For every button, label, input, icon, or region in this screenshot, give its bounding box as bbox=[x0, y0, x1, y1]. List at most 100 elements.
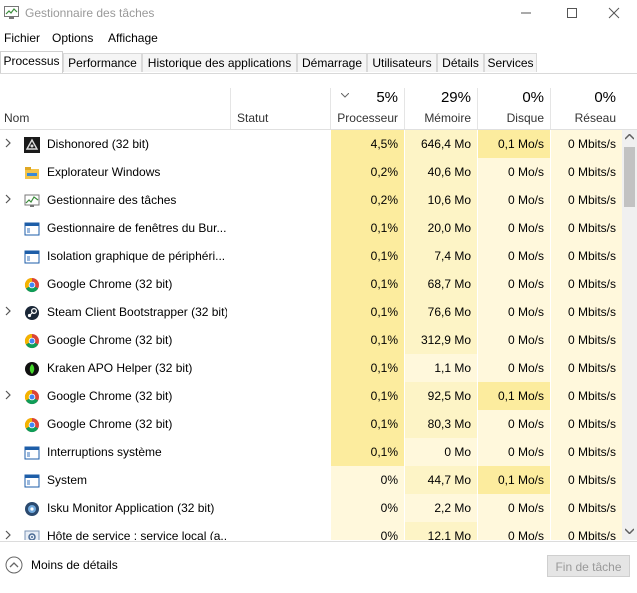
header-cpu-pct: 5% bbox=[376, 89, 398, 106]
razer-icon bbox=[24, 361, 40, 377]
cell-net: 0 Mbits/s bbox=[551, 438, 622, 466]
cell-mem: 68,7 Mo bbox=[405, 270, 477, 298]
header-disk-pct: 0% bbox=[522, 89, 544, 106]
cell-disk: 0 Mo/s bbox=[478, 438, 550, 466]
cell-net: 0 Mbits/s bbox=[551, 326, 622, 354]
tab-details[interactable]: Détails bbox=[437, 53, 484, 72]
header-status[interactable]: Statut bbox=[231, 88, 330, 129]
steam-icon bbox=[24, 305, 40, 321]
expand-chevron-icon[interactable] bbox=[5, 530, 11, 540]
close-button[interactable] bbox=[591, 0, 637, 26]
window-title: Gestionnaire des tâches bbox=[25, 6, 155, 20]
expand-chevron-icon[interactable] bbox=[5, 390, 11, 400]
cell-cpu: 0,1% bbox=[331, 438, 404, 466]
process-name: Gestionnaire des tâches bbox=[47, 193, 177, 207]
table-row[interactable]: Google Chrome (32 bit) 0,1% 92,5 Mo 0,1 Mo/… bbox=[0, 382, 622, 410]
header-net-label: Réseau bbox=[574, 111, 616, 125]
expand-chevron-icon[interactable] bbox=[5, 138, 11, 148]
cell-cpu: 0,1% bbox=[331, 354, 404, 382]
table-row[interactable]: Hôte de service : service local (a... 0% 1… bbox=[0, 522, 622, 540]
table-row[interactable]: Gestionnaire des tâches 0,2% 10,6 Mo 0 Mo/s… bbox=[0, 186, 622, 214]
end-task-button[interactable]: Fin de tâche bbox=[547, 555, 630, 577]
sort-chevron-icon bbox=[341, 93, 349, 98]
process-name: Kraken APO Helper (32 bit) bbox=[47, 361, 193, 375]
scroll-down-icon[interactable] bbox=[625, 528, 634, 534]
process-name: Interruptions système bbox=[47, 445, 162, 459]
table-row[interactable]: Interruptions système 0,1% 0 Mo 0 Mo/s 0 Mbi… bbox=[0, 438, 622, 466]
table-row[interactable]: System 0% 44,7 Mo 0,1 Mo/s 0 Mbits/s bbox=[0, 466, 622, 494]
tab-utilisateurs[interactable]: Utilisateurs bbox=[367, 53, 437, 72]
cell-net: 0 Mbits/s bbox=[551, 354, 622, 382]
menu-options[interactable]: Options bbox=[52, 31, 93, 45]
expand-chevron-icon[interactable] bbox=[5, 306, 11, 316]
cell-net: 0 Mbits/s bbox=[551, 410, 622, 438]
header-mem-label: Mémoire bbox=[424, 111, 471, 125]
table-row[interactable]: Isku Monitor Application (32 bit) 0% 2,2 M… bbox=[0, 494, 622, 522]
tab-performance[interactable]: Performance bbox=[63, 53, 142, 72]
close-icon bbox=[608, 7, 620, 19]
cell-mem: 7,4 Mo bbox=[405, 242, 477, 270]
scrollbar-thumb[interactable] bbox=[624, 147, 635, 207]
tab-bar: Processus Performance Historique des app… bbox=[0, 51, 637, 74]
table-row[interactable]: Google Chrome (32 bit) 0,1% 68,7 Mo 0 Mo/s 0… bbox=[0, 270, 622, 298]
cell-disk: 0 Mo/s bbox=[478, 158, 550, 186]
table-row[interactable]: Dishonored (32 bit) 4,5% 646,4 Mo 0,1 Mo/s 0… bbox=[0, 130, 622, 158]
header-cpu-label: Processeur bbox=[337, 111, 398, 125]
tab-processus[interactable]: Processus bbox=[0, 51, 63, 73]
cell-disk: 0 Mo/s bbox=[478, 242, 550, 270]
cell-disk: 0 Mo/s bbox=[478, 326, 550, 354]
tab-demarrage[interactable]: Démarrage bbox=[297, 53, 367, 72]
table-row[interactable]: Google Chrome (32 bit) 0,1% 80,3 Mo 0 Mo/s 0… bbox=[0, 410, 622, 438]
header-cpu[interactable]: 5% Processeur bbox=[331, 88, 404, 129]
cell-net: 0 Mbits/s bbox=[551, 186, 622, 214]
table-row[interactable]: Google Chrome (32 bit) 0,1% 312,9 Mo 0 Mo/s… bbox=[0, 326, 622, 354]
menu-affichage[interactable]: Affichage bbox=[108, 31, 158, 45]
header-name-label: Nom bbox=[4, 111, 30, 125]
scroll-up-icon[interactable] bbox=[625, 134, 634, 140]
cell-disk: 0 Mo/s bbox=[478, 270, 550, 298]
table-row[interactable]: Explorateur Windows 0,2% 40,6 Mo 0 Mo/s 0 Mb… bbox=[0, 158, 622, 186]
cell-cpu: 4,5% bbox=[331, 130, 404, 158]
process-name: Isku Monitor Application (32 bit) bbox=[47, 501, 215, 515]
header-disk[interactable]: 0% Disque bbox=[478, 88, 550, 129]
process-name: Google Chrome (32 bit) bbox=[47, 417, 173, 431]
cell-mem: 92,5 Mo bbox=[405, 382, 477, 410]
cell-net: 0 Mbits/s bbox=[551, 382, 622, 410]
window-icon bbox=[24, 445, 40, 461]
task-manager-icon bbox=[4, 6, 19, 19]
cell-disk: 0,1 Mo/s bbox=[478, 382, 550, 410]
expand-chevron-icon[interactable] bbox=[5, 194, 11, 204]
header-net[interactable]: 0% Réseau bbox=[551, 88, 622, 129]
process-name: Google Chrome (32 bit) bbox=[47, 333, 173, 347]
maximize-button[interactable] bbox=[549, 0, 595, 26]
process-name: Gestionnaire de fenêtres du Bur... bbox=[47, 221, 227, 235]
cell-mem: 80,3 Mo bbox=[405, 410, 477, 438]
tab-historique[interactable]: Historique des applications bbox=[142, 53, 297, 72]
header-disk-label: Disque bbox=[506, 111, 544, 125]
table-row[interactable]: Gestionnaire de fenêtres du Bur... 0,1% 20… bbox=[0, 214, 622, 242]
table-row[interactable]: Isolation graphique de périphéri... 0,1% 7… bbox=[0, 242, 622, 270]
cell-mem: 2,2 Mo bbox=[405, 494, 477, 522]
tab-services[interactable]: Services bbox=[484, 53, 537, 72]
process-list: Dishonored (32 bit) 4,5% 646,4 Mo 0,1 Mo/s 0… bbox=[0, 130, 622, 540]
cell-cpu: 0,1% bbox=[331, 270, 404, 298]
header-mem[interactable]: 29% Mémoire bbox=[405, 88, 477, 129]
cell-mem: 76,6 Mo bbox=[405, 298, 477, 326]
header-name[interactable]: Nom bbox=[0, 88, 230, 129]
menu-fichier[interactable]: Fichier bbox=[4, 31, 40, 45]
cell-mem: 10,6 Mo bbox=[405, 186, 477, 214]
cell-mem: 40,6 Mo bbox=[405, 158, 477, 186]
cell-net: 0 Mbits/s bbox=[551, 130, 622, 158]
fewer-details-toggle[interactable]: Moins de détails bbox=[5, 556, 118, 574]
header-status-label: Statut bbox=[237, 111, 269, 125]
process-name: Google Chrome (32 bit) bbox=[47, 277, 173, 291]
minimize-button[interactable] bbox=[503, 0, 549, 26]
vertical-scrollbar[interactable] bbox=[622, 130, 637, 540]
table-row[interactable]: Kraken APO Helper (32 bit) 0,1% 1,1 Mo 0 Mo… bbox=[0, 354, 622, 382]
footer: Moins de détails Fin de tâche bbox=[0, 541, 637, 593]
cell-net: 0 Mbits/s bbox=[551, 298, 622, 326]
task-manager-icon bbox=[24, 193, 40, 209]
chrome-icon bbox=[24, 417, 40, 433]
table-row[interactable]: Steam Client Bootstrapper (32 bit) 0,1% 76… bbox=[0, 298, 622, 326]
cell-net: 0 Mbits/s bbox=[551, 242, 622, 270]
